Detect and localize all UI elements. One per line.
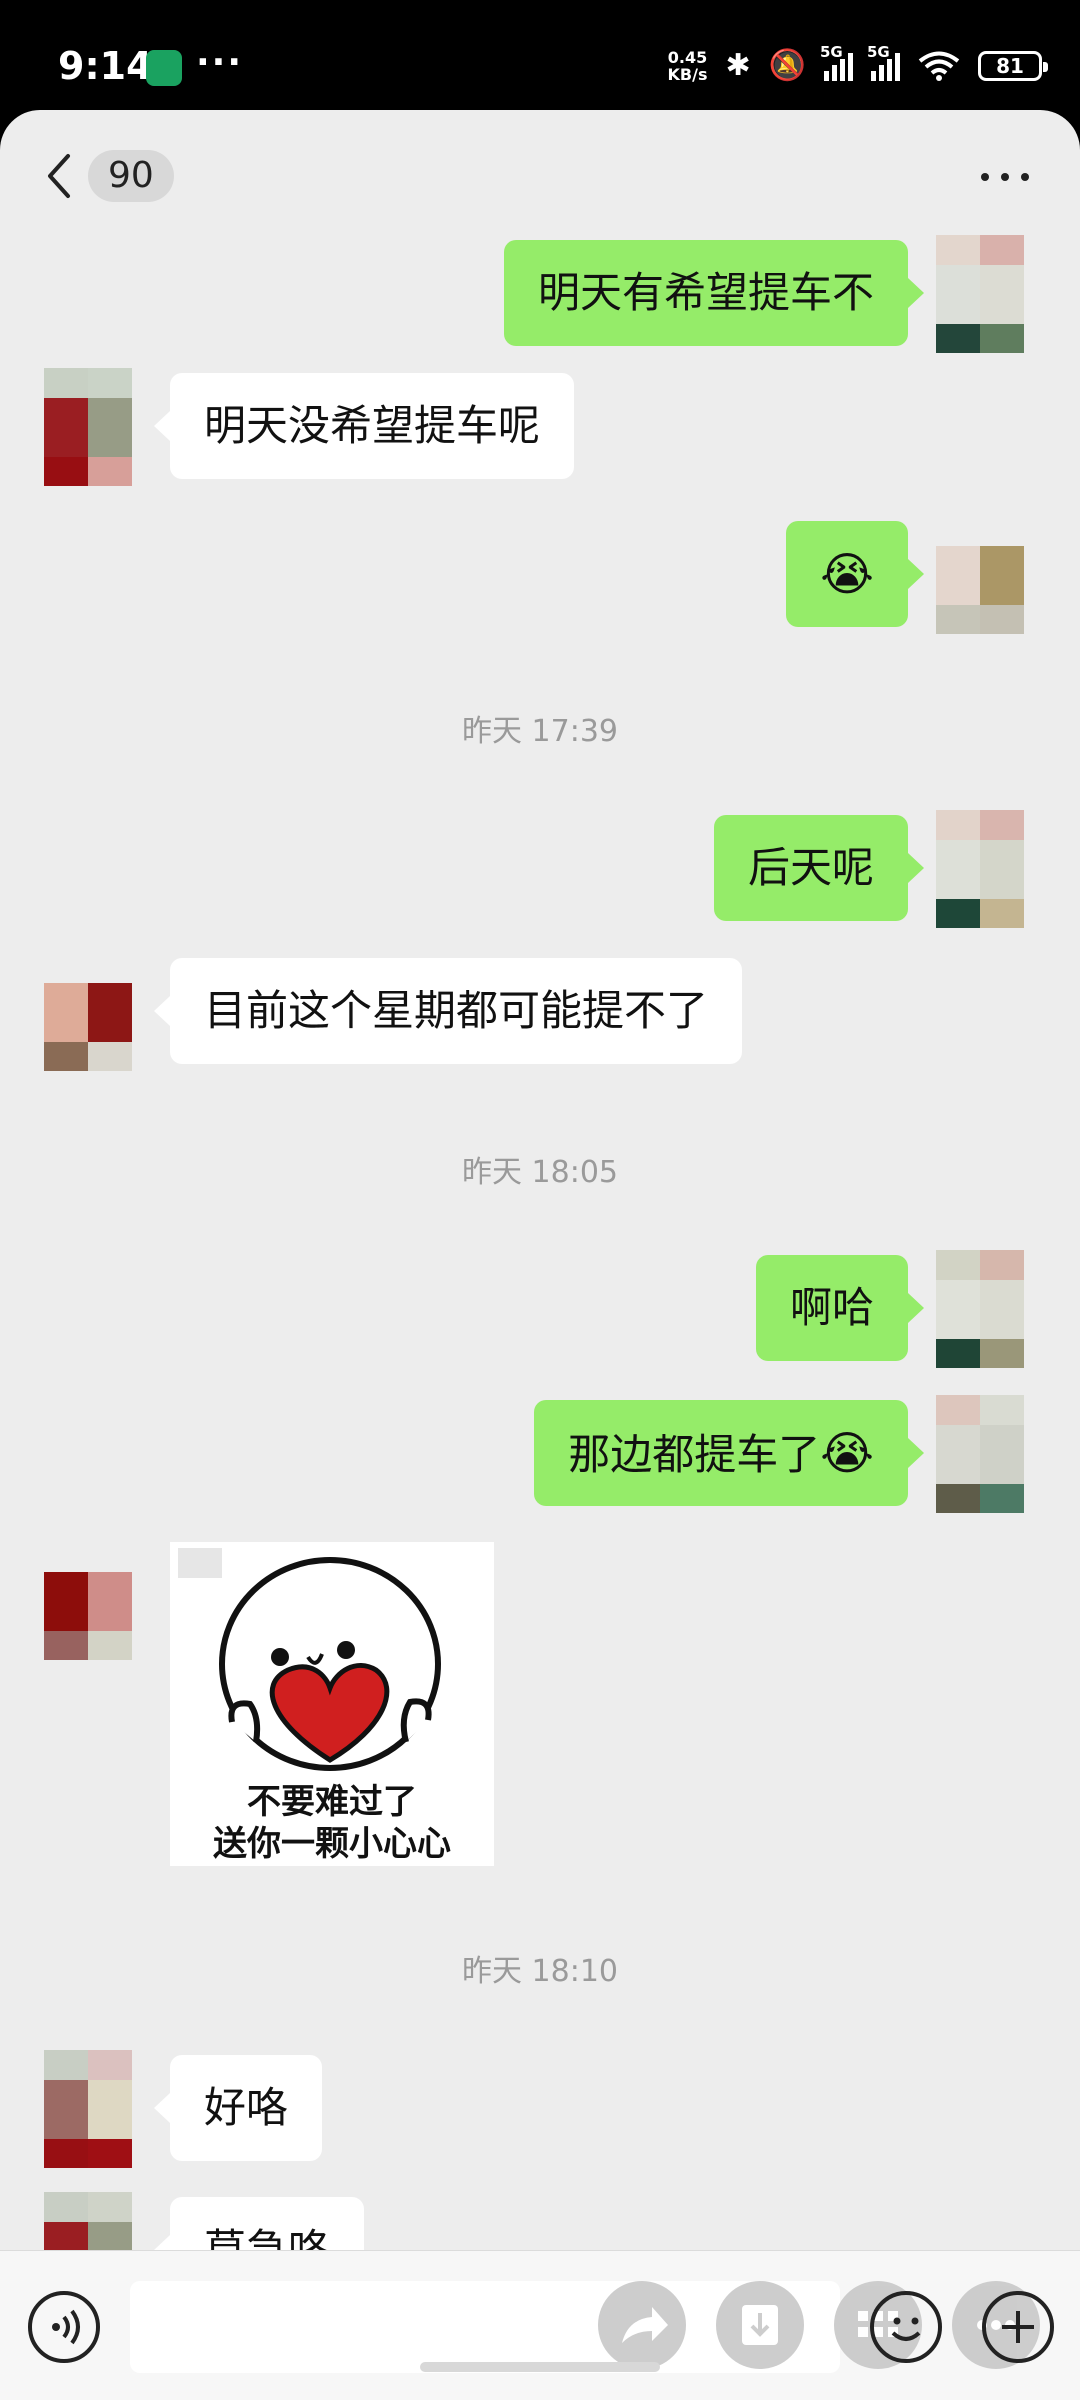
chat-panel: 90 明天有希望提车不 明天没希望提车呢 😭 昨天 17:39 后天呢 目前这个… [0,110,1080,2400]
avatar[interactable] [936,810,1024,928]
received-message-bubble[interactable]: 目前这个星期都可能提不了 [153,958,743,1064]
timestamp: 昨天 18:05 [462,1155,618,1190]
avatar[interactable] [44,2050,132,2168]
wifi-icon [918,51,960,81]
input-toolbar [0,2250,1080,2400]
avatar[interactable] [936,1250,1024,1368]
signal-icon: 5G [820,43,853,81]
home-indicator[interactable] [420,2362,660,2372]
forward-icon[interactable] [598,2281,686,2369]
emoji-icon[interactable] [870,2291,942,2363]
signal-label: 5G [867,43,890,61]
avatar[interactable] [44,953,132,1071]
message-text: 那边都提车了 [568,1430,821,1479]
network-speed-value: 0.45 [667,48,708,67]
download-icon[interactable] [716,2281,804,2369]
signal-label: 5G [820,43,843,61]
sticker-caption-line2: 送你一颗小心心 [213,1824,451,1864]
message-list[interactable]: 明天有希望提车不 明天没希望提车呢 😭 昨天 17:39 后天呢 目前这个星期都… [0,110,1080,2310]
plus-icon[interactable] [982,2291,1054,2363]
sent-message-bubble[interactable]: 😭 [786,521,924,627]
crying-laughing-emoji: 😭 [820,547,874,601]
avatar[interactable] [936,1395,1024,1513]
bluetooth-icon: ✱ [725,48,751,83]
avatar[interactable] [44,1542,132,1660]
signal-icon: 5G [867,43,900,81]
avatar[interactable] [936,516,1024,634]
avatar[interactable] [936,235,1024,353]
more-notifications-indicator: ··· [196,42,244,83]
network-speed-unit: KB/s [667,65,708,84]
sent-message-bubble[interactable]: 啊哈 [755,1255,925,1361]
sent-message-bubble[interactable]: 后天呢 [713,815,925,921]
received-message-bubble[interactable]: 明天没希望提车呢 [153,373,575,479]
status-bar: 9:14 ··· 0.45 KB/s ✱ 🔕 5G 5G 81 [0,0,1080,110]
app-notification-icon [146,50,182,86]
received-message-bubble[interactable]: 好咯 [153,2055,323,2161]
timestamp: 昨天 18:10 [462,1954,618,1989]
battery-icon: 81 [978,51,1048,81]
mute-icon: 🔕 [768,48,806,83]
crying-laughing-emoji: 😭 [820,1426,874,1480]
status-time: 9:14 [58,44,153,88]
network-speed: 0.45 KB/s [668,49,708,83]
sent-message-bubble[interactable]: 那边都提车了😭 [534,1400,924,1506]
timestamp: 昨天 17:39 [462,714,618,749]
voice-icon[interactable] [28,2291,100,2363]
sent-message-bubble[interactable]: 明天有希望提车不 [503,240,925,346]
avatar[interactable] [44,368,132,486]
sticker-image[interactable]: 不要难过了 送你一颗小心心 [170,1542,494,1866]
